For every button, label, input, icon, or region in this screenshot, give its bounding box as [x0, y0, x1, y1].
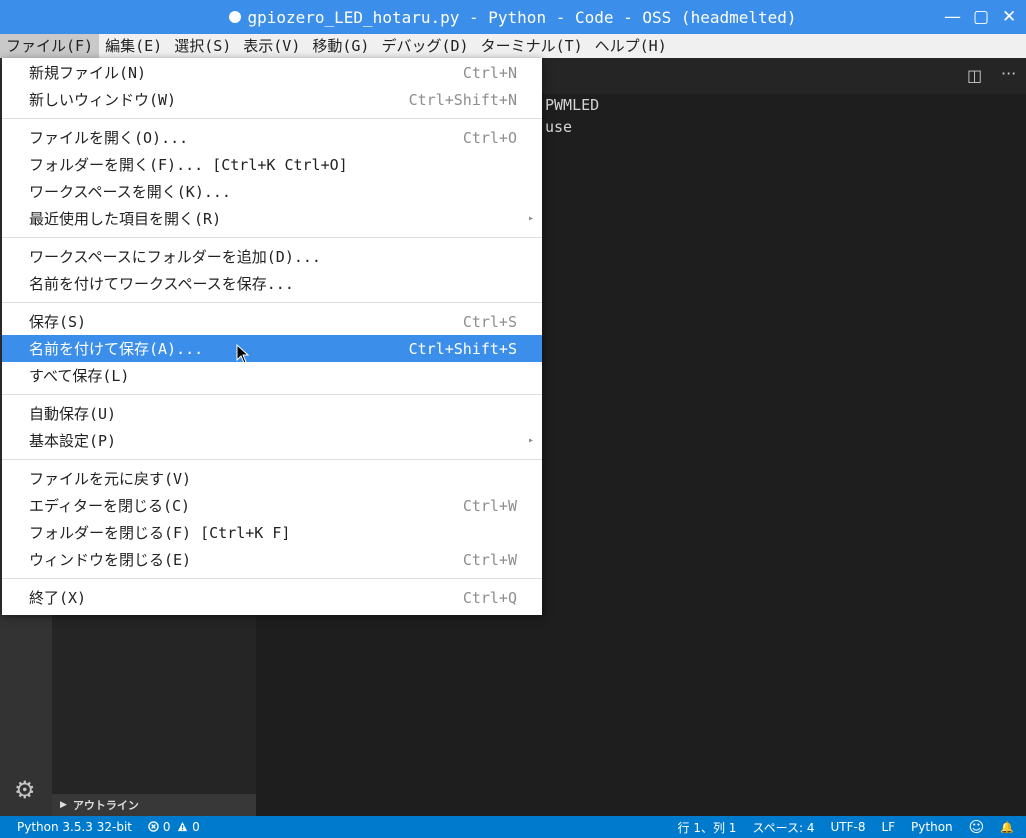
menu-item-open-file[interactable]: ファイルを開く(O)... Ctrl+O — [2, 124, 542, 151]
menu-terminal[interactable]: ターミナル(T) — [475, 34, 589, 58]
unsaved-dot-icon — [229, 11, 242, 23]
menu-item-exit[interactable]: 終了(X) Ctrl+Q — [2, 584, 542, 611]
maximize-button[interactable]: ▢ — [973, 8, 989, 26]
feedback-smiley-icon[interactable]: ☺ — [961, 818, 993, 836]
menu-separator — [2, 237, 542, 238]
cursor-position[interactable]: 行 1、列 1 — [670, 819, 745, 836]
menu-item-save[interactable]: 保存(S) Ctrl+S — [2, 308, 542, 335]
menu-item-save-workspace-as[interactable]: 名前を付けてワークスペースを保存... — [2, 270, 542, 297]
gear-icon[interactable]: ⚙ — [14, 776, 36, 804]
warning-icon — [178, 821, 188, 832]
menu-item-revert-file[interactable]: ファイルを元に戻す(V) — [2, 465, 542, 492]
minimize-button[interactable]: — — [944, 8, 961, 26]
menu-item-preferences[interactable]: 基本設定(P) ▸ — [2, 427, 542, 454]
menu-view[interactable]: 表示(V) — [237, 34, 306, 58]
encoding[interactable]: UTF-8 — [822, 820, 873, 834]
mouse-pointer-icon — [236, 344, 250, 364]
menu-item-close-folder[interactable]: フォルダーを閉じる(F) [Ctrl+K F] — [2, 519, 542, 546]
split-editor-icon[interactable]: ◫ — [967, 66, 982, 85]
submenu-arrow-icon: ▸ — [527, 213, 534, 224]
code-line: use — [545, 118, 573, 136]
menu-separator — [2, 578, 542, 579]
menu-help[interactable]: ヘルプ(H) — [589, 34, 673, 58]
menu-bar: ファイル(F) 編集(E) 選択(S) 表示(V) 移動(G) デバッグ(D) … — [0, 34, 1026, 58]
indentation[interactable]: スペース: 4 — [744, 819, 822, 836]
menu-item-new-window[interactable]: 新しいウィンドウ(W) Ctrl+Shift+N — [2, 86, 542, 113]
menu-debug[interactable]: デバッグ(D) — [375, 34, 474, 58]
menu-selection[interactable]: 選択(S) — [168, 34, 237, 58]
menu-item-open-recent[interactable]: 最近使用した項目を開く(R) ▸ — [2, 205, 542, 232]
error-count: 0 — [162, 820, 171, 834]
more-actions-icon[interactable]: ··· — [1001, 64, 1016, 83]
notifications-bell-icon[interactable]: 🔔 — [992, 821, 1026, 834]
menu-item-save-as[interactable]: 名前を付けて保存(A)... Ctrl+Shift+S — [2, 335, 542, 362]
menu-item-open-workspace[interactable]: ワークスペースを開く(K)... — [2, 178, 542, 205]
window-title: gpiozero_LED_hotaru.py - Python - Code -… — [247, 7, 797, 27]
menu-item-close-editor[interactable]: エディターを閉じる(C) Ctrl+W — [2, 492, 542, 519]
menu-item-auto-save[interactable]: 自動保存(U) — [2, 400, 542, 427]
menu-item-new-file[interactable]: 新規ファイル(N) Ctrl+N — [2, 59, 542, 86]
chevron-right-icon: ▶ — [60, 800, 67, 810]
submenu-arrow-icon: ▸ — [527, 435, 534, 446]
menu-separator — [2, 302, 542, 303]
menu-file[interactable]: ファイル(F) — [0, 34, 100, 58]
code-line: PWMLED — [545, 96, 600, 114]
menu-edit[interactable]: 編集(E) — [99, 34, 168, 58]
menu-item-open-folder[interactable]: フォルダーを開く(F)... [Ctrl+K Ctrl+O] — [2, 151, 542, 178]
problems-indicator[interactable]: 0 0 — [140, 820, 208, 834]
warning-count: 0 — [192, 820, 200, 834]
language-mode[interactable]: Python — [903, 820, 961, 834]
menu-go[interactable]: 移動(G) — [306, 34, 375, 58]
error-icon — [148, 821, 159, 832]
menu-separator — [2, 459, 542, 460]
outline-label: アウトライン — [72, 799, 139, 812]
outline-section-header[interactable]: ▶ アウトライン — [52, 794, 256, 816]
file-menu-dropdown: 新規ファイル(N) Ctrl+N 新しいウィンドウ(W) Ctrl+Shift+… — [2, 58, 542, 615]
menu-item-close-window[interactable]: ウィンドウを閉じる(E) Ctrl+W — [2, 546, 542, 573]
menu-item-save-all[interactable]: すべて保存(L) — [2, 362, 542, 389]
title-bar: gpiozero_LED_hotaru.py - Python - Code -… — [0, 0, 1026, 34]
menu-item-add-folder-to-workspace[interactable]: ワークスペースにフォルダーを追加(D)... — [2, 243, 542, 270]
python-interpreter[interactable]: Python 3.5.3 32-bit — [0, 820, 140, 834]
status-bar: Python 3.5.3 32-bit 0 0 行 1、列 1 スペース: 4 … — [0, 816, 1026, 838]
menu-separator — [2, 118, 542, 119]
close-button[interactable]: ✕ — [1002, 8, 1016, 26]
menu-separator — [2, 394, 542, 395]
end-of-line[interactable]: LF — [873, 820, 903, 834]
